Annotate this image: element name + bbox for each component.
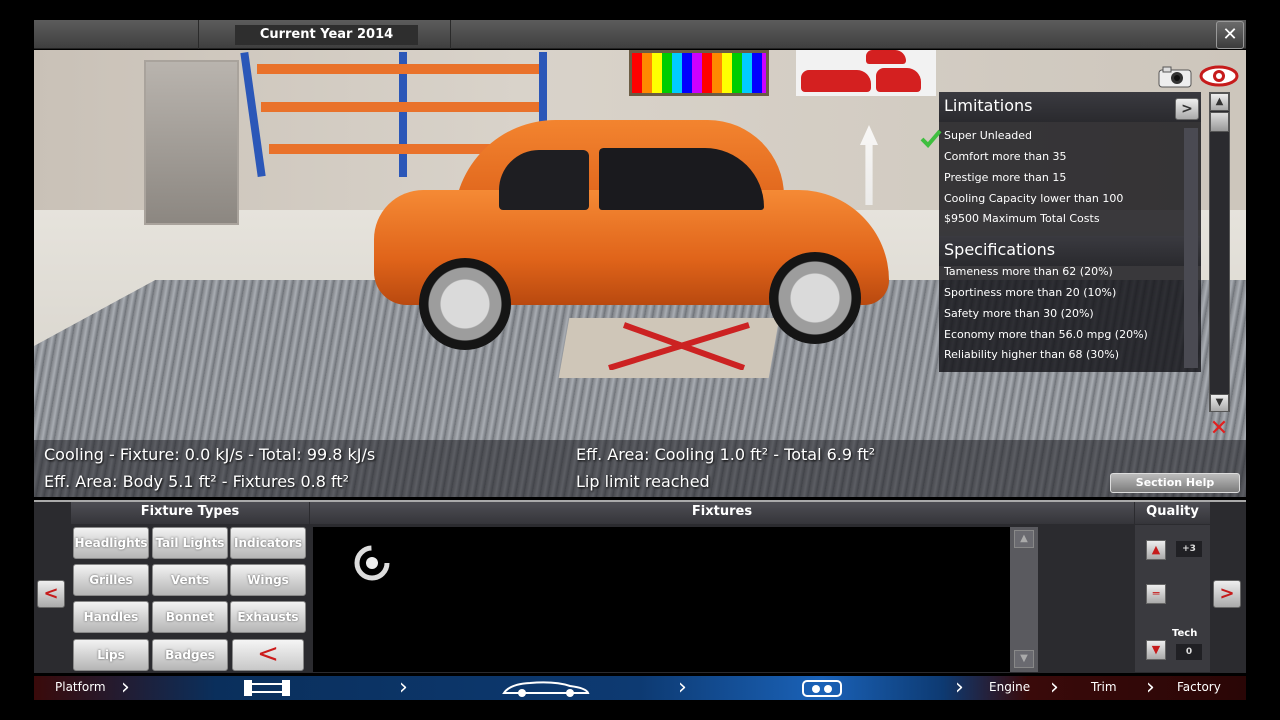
camera-icon[interactable]	[1157, 66, 1193, 88]
nav-engine[interactable]: Engine	[989, 680, 1030, 694]
tech-value: 0	[1176, 644, 1202, 660]
fixture-type-badges[interactable]: Badges	[152, 639, 228, 671]
section-help-button[interactable]: Section Help	[1110, 473, 1240, 493]
eff-area-body-readout: Eff. Area: Body 5.1 ft² - Fixtures 0.8 f…	[44, 472, 350, 491]
fixture-type-exhausts[interactable]: Exhausts	[230, 601, 306, 633]
specification-item: Reliability higher than 68 (30%)	[944, 348, 1120, 361]
shelf-plank	[257, 64, 539, 74]
lip-status-text: Lip limit reached	[576, 472, 710, 491]
fixture-type-tail-lights[interactable]: Tail Lights	[152, 527, 228, 559]
fixture-types-back-button[interactable]: <	[232, 639, 304, 671]
car-front-wheel	[769, 252, 861, 344]
panel-next-button[interactable]: >	[1175, 98, 1199, 120]
limitation-item: Prestige more than 15	[944, 171, 1067, 184]
chevron-right-icon: ›	[1050, 675, 1059, 700]
car-poster	[796, 50, 936, 96]
garage-door	[144, 60, 239, 225]
specification-item: Sportiness more than 20 (10%)	[944, 286, 1117, 299]
chevron-right-icon: ›	[955, 675, 964, 700]
poster-car	[876, 68, 921, 92]
quality-up-button[interactable]: ▲	[1146, 540, 1166, 560]
limitation-item: $9500 Maximum Total Costs	[944, 212, 1100, 225]
close-button[interactable]: ✕	[1216, 21, 1244, 49]
car-model[interactable]	[374, 120, 894, 350]
fixture-type-bonnet[interactable]: Bonnet	[152, 601, 228, 633]
viewport-scrollbar[interactable]	[1209, 92, 1230, 412]
fixture-type-handles[interactable]: Handles	[73, 601, 149, 633]
fixture-type-grilles[interactable]: Grilles	[73, 564, 149, 596]
bottom-navigation	[34, 676, 1246, 700]
scroll-up-button[interactable]: ▲	[1210, 93, 1229, 111]
shelf-plank	[261, 102, 539, 112]
car-rear-wheel	[419, 258, 511, 350]
chevron-right-icon: ›	[1146, 675, 1155, 700]
nav-factory[interactable]: Factory	[1177, 680, 1221, 694]
chevron-right-icon: ›	[678, 675, 687, 700]
quality-down-button[interactable]: ▼	[1146, 640, 1166, 660]
game-screen: Current Year 2014 ✕ Limitations Super Un…	[0, 0, 1280, 720]
prev-page-button[interactable]: <	[37, 580, 65, 608]
chassis-icon[interactable]	[243, 678, 291, 698]
fixtures-title: Fixtures	[310, 502, 1134, 524]
chevron-right-icon: ›	[121, 675, 130, 700]
tech-label: Tech	[1172, 628, 1198, 639]
quality-value: +3	[1176, 541, 1202, 557]
nav-trim[interactable]: Trim	[1091, 680, 1117, 694]
poster-car	[866, 50, 906, 64]
panel-scrollbar[interactable]	[1184, 128, 1198, 368]
fixture-types-title: Fixture Types	[71, 502, 309, 524]
quality-slider-handle[interactable]: ═	[1146, 584, 1166, 604]
limitations-panel: Limitations Super Unleaded Comfort more …	[939, 92, 1201, 372]
fixture-type-indicators[interactable]: Indicators	[230, 527, 306, 559]
checkmark-icon	[920, 129, 942, 148]
poster-car	[801, 70, 871, 92]
current-year-label: Current Year 2014	[235, 25, 418, 45]
reset-view-icon[interactable]: ✕	[1204, 418, 1234, 440]
specifications-title: Specifications	[939, 236, 1201, 266]
quality-title: Quality	[1135, 502, 1210, 524]
cooling-readout: Cooling - Fixture: 0.0 kJ/s - Total: 99.…	[44, 445, 376, 464]
limitations-title: Limitations	[939, 92, 1201, 122]
limitation-item: Comfort more than 35	[944, 150, 1067, 163]
fixtures-scroll-up-button[interactable]: ▲	[1014, 530, 1034, 548]
limitation-item: Super Unleaded	[944, 129, 1033, 142]
color-chart-poster	[629, 50, 769, 96]
eff-area-cooling-readout: Eff. Area: Cooling 1.0 ft² - Total 6.9 f…	[576, 445, 876, 464]
scroll-down-button[interactable]: ▼	[1210, 394, 1229, 412]
fixture-type-lips[interactable]: Lips	[73, 639, 149, 671]
fixtures-scroll-down-button[interactable]: ▼	[1014, 650, 1034, 668]
next-page-button[interactable]: >	[1213, 580, 1241, 608]
scroll-thumb[interactable]	[1210, 112, 1229, 132]
spinner-icon	[354, 545, 390, 581]
chevron-right-icon: ›	[399, 675, 408, 700]
fixture-type-vents[interactable]: Vents	[152, 564, 228, 596]
fixture-type-wings[interactable]: Wings	[230, 564, 306, 596]
specification-item: Economy more than 56.0 mpg (20%)	[944, 328, 1148, 341]
specification-item: Safety more than 30 (20%)	[944, 307, 1094, 320]
fixtures-list[interactable]	[313, 527, 1010, 672]
limitation-item: Cooling Capacity lower than 100	[944, 192, 1124, 205]
fixture-type-headlights[interactable]: Headlights	[73, 527, 149, 559]
fixtures-scrollbar[interactable]: ▲ ▼	[1010, 527, 1038, 672]
top-bar-segment	[34, 20, 199, 49]
nav-platform[interactable]: Platform	[55, 680, 106, 694]
top-bar	[34, 20, 1246, 49]
car-body-icon[interactable]	[500, 678, 592, 698]
car-rear-window	[499, 150, 589, 210]
specification-item: Tameness more than 62 (20%)	[944, 265, 1113, 278]
engine-icon[interactable]	[800, 678, 844, 698]
eye-icon[interactable]	[1199, 64, 1239, 88]
